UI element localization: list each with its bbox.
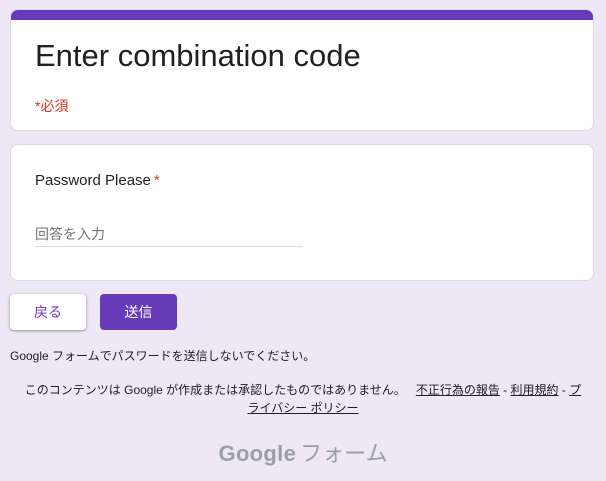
password-warning: Google フォームでパスワードを送信しないでください。 bbox=[10, 349, 316, 363]
separator: - bbox=[499, 383, 511, 397]
form-title: Enter combination code bbox=[35, 38, 361, 73]
privacy-link-part1[interactable]: プ bbox=[569, 383, 581, 397]
required-note: *必須 bbox=[35, 98, 69, 114]
accent-strip bbox=[11, 10, 593, 20]
question-title: Password Please * bbox=[35, 172, 160, 189]
question-label: Password Please bbox=[35, 172, 151, 189]
form-header-card: Enter combination code *必須 bbox=[10, 9, 594, 131]
google-forms-logo[interactable]: Google フォーム bbox=[0, 436, 606, 468]
brand-google: Google bbox=[218, 441, 297, 466]
answer-input[interactable] bbox=[35, 221, 303, 247]
terms-link[interactable]: 利用規約 bbox=[511, 383, 559, 397]
report-abuse-link[interactable]: 不正行為の報告 bbox=[416, 383, 500, 397]
submit-button[interactable]: 送信 bbox=[100, 294, 177, 330]
separator: - bbox=[558, 383, 570, 397]
disclaimer-text: このコンテンツは Google が作成または承認したものではありません。 bbox=[24, 383, 406, 397]
privacy-link-part2[interactable]: ライバシー ポリシー bbox=[247, 401, 358, 415]
disclaimer-footer: このコンテンツは Google が作成または承認したものではありません。 不正行… bbox=[0, 381, 606, 417]
brand-forms: フォーム bbox=[300, 441, 388, 466]
required-star: * bbox=[153, 172, 160, 189]
back-button[interactable]: 戻る bbox=[10, 294, 86, 330]
question-card-password: Password Please * bbox=[10, 144, 594, 281]
